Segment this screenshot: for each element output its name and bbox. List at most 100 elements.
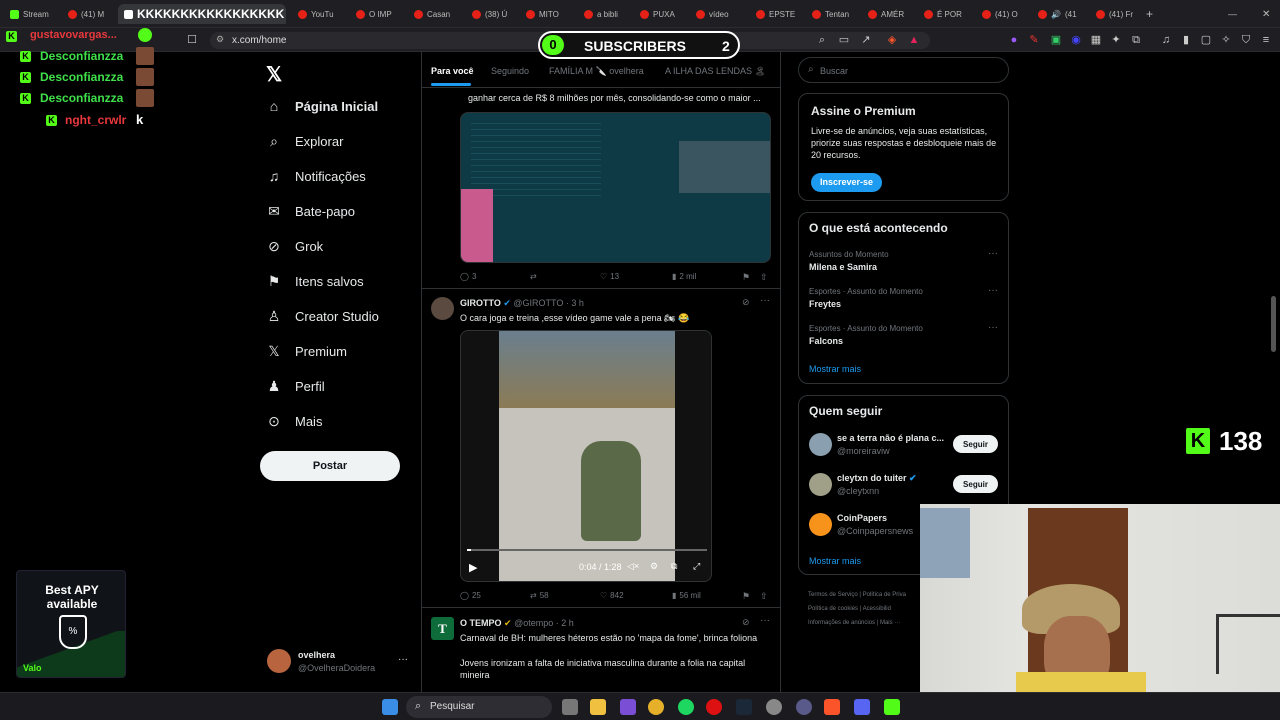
leo-icon[interactable]: ✧ [1220,34,1232,46]
trends-show-more-link[interactable]: Mostrar mais [809,364,861,374]
share-button[interactable]: ⇧ [760,591,768,602]
page-scrollbar[interactable] [1271,296,1276,352]
new-tab-button[interactable]: + [1146,4,1160,24]
footer-link[interactable]: Acessibilid [863,606,891,612]
reply-button[interactable]: ◯ 3 [460,272,476,281]
search-icon[interactable]: ⌕ [816,34,828,46]
browser-tab[interactable]: a bibli [578,4,624,24]
browser-tab[interactable]: (38) Ú [466,4,514,24]
tab-list-familia[interactable]: FAMÍLIA M 🔪 ovelhera [549,66,644,77]
browser-tab[interactable]: (41) Fr [1090,4,1136,24]
brave-shield-icon[interactable]: ◈ [886,34,898,46]
trend-item[interactable]: Esportes · Assunto do Momento Freytes ··… [799,284,1008,318]
tweet[interactable]: ganhar cerca de R$ 8 milhões por mês, co… [422,88,780,288]
ad-widget[interactable]: Best APY available % Valo [16,570,126,678]
vpn-icon[interactable]: ⛉ [1240,34,1252,46]
app-icon[interactable] [796,699,812,715]
tweet-media[interactable] [460,112,771,263]
bookmark-button[interactable]: ⚑ [742,272,750,283]
sidebar-toggle-icon[interactable]: ▮ [1180,34,1192,46]
follow-button[interactable]: Seguir [953,475,998,493]
browser-tab[interactable]: PUXA [634,4,680,24]
media-icon[interactable]: ♫ [1160,34,1172,46]
sidebar-item-chat[interactable]: ✉ Bate-papo [266,200,355,222]
fullscreen-icon[interactable]: ⤢ [693,561,700,572]
browser-tab[interactable]: MITO [520,4,566,24]
author-handle[interactable]: @otempo [514,618,553,628]
reply-button[interactable]: ◯ 25 [460,591,481,600]
close-window-button[interactable]: ✕ [1262,4,1274,24]
tweet[interactable]: T O TEMPO ✔ @otempo · 2 h ⊘ ··· Carnaval… [422,608,780,692]
cast-icon[interactable]: ▭ [838,34,850,46]
like-button[interactable]: ♡ 842 [600,591,624,600]
follow-suggestion[interactable]: se a terra não é plana c... @moreiraviw … [799,430,1008,460]
screenshot-icon[interactable]: ⧉ [1130,34,1142,46]
pip-icon[interactable]: ⧉ [671,561,677,572]
sidebar-item-bookmarks[interactable]: ⚑ Itens salvos [266,270,364,292]
browser-tab[interactable]: (41) O [976,4,1022,24]
footer-link[interactable]: Política de cookies [808,606,858,612]
mute-icon[interactable]: ◁× [627,561,639,572]
browser-tab[interactable]: AMÉR [862,4,908,24]
taskbar-search[interactable]: ⌕ Pesquisar [406,696,552,718]
sidebar-item-more[interactable]: ⊙ Mais [266,410,322,432]
avatar[interactable]: T [431,617,454,640]
browser-tab[interactable]: Tentan [806,4,852,24]
author-handle[interactable]: @GIROTTO [513,298,563,308]
apps-icon[interactable] [620,699,636,715]
extension-icon[interactable]: ◉ [1070,34,1082,46]
browser-tab[interactable]: (41) M [62,4,114,24]
settings-icon[interactable]: ⚙ [650,561,658,572]
extension-icon[interactable]: ▦ [1090,34,1102,46]
trend-more-icon[interactable]: ··· [988,285,998,296]
browser-tab[interactable]: vídeo [690,4,736,24]
grok-icon[interactable]: ⊘ [742,617,750,628]
sidebar-item-home[interactable]: ⌂ Página Inicial [266,95,378,117]
tweet-more-icon[interactable]: ··· [760,295,770,306]
minimize-button[interactable]: — [1228,4,1240,24]
file-explorer-icon[interactable] [590,699,606,715]
brave-rewards-icon[interactable]: ▲ [908,34,920,46]
sidebar-item-premium[interactable]: 𝕏 Premium [266,340,347,362]
wallet-icon[interactable]: ▢ [1200,34,1212,46]
browser-tab[interactable]: É POR [918,4,964,24]
footer-link[interactable]: Mais ··· [880,620,900,626]
browser-tab[interactable]: EPSTE [750,4,796,24]
retweet-button[interactable]: ⇄ [530,272,540,281]
bookmark-button[interactable]: ⚑ [742,591,750,602]
bookmark-page-icon[interactable]: ☐ [186,34,198,46]
brave-icon[interactable] [824,699,840,715]
app-icon[interactable] [766,699,782,715]
extension-icon[interactable]: ✎ [1028,34,1040,46]
account-switcher[interactable]: ovelhera @OvelheraDoidera ··· [264,646,414,676]
discord-icon[interactable] [854,699,870,715]
tab-list-ilha[interactable]: A ILHA DAS LENDAS 🏝 [665,66,766,77]
extension-icon[interactable]: ● [1008,34,1020,46]
tab-for-you[interactable]: Para você [431,66,474,76]
task-view-icon[interactable] [562,699,578,715]
browser-tab[interactable]: Stream [4,4,60,24]
x-logo-icon[interactable]: 𝕏 [266,62,282,87]
views-button[interactable]: ▮ 56 mil [672,591,701,600]
share-icon[interactable]: ↗ [860,34,872,46]
extensions-puzzle-icon[interactable]: ✦ [1110,34,1122,46]
sidebar-item-creator-studio[interactable]: ♙ Creator Studio [266,305,379,327]
tweet[interactable]: GIROTTO ✔ @GIROTTO · 3 h ⊘ ··· O cara jo… [422,289,780,607]
extension-icon[interactable]: ▣ [1050,34,1062,46]
account-menu-icon[interactable]: ··· [398,654,408,665]
site-info-icon[interactable]: ⚙ [216,34,224,45]
video-player[interactable]: ▶ 0:04 / 1:28 ◁× ⚙ ⧉ ⤢ [460,330,712,582]
author-name[interactable]: GIROTTO [460,298,501,308]
trend-more-icon[interactable]: ··· [988,322,998,333]
sidebar-item-explore[interactable]: ⌕ Explorar [266,130,343,152]
browser-tab[interactable]: YouTu [292,4,340,24]
footer-link[interactable]: Informações de anúncios [808,620,875,626]
footer-link[interactable]: Política de Priva [863,592,906,598]
trend-item[interactable]: Esportes · Assunto do Momento Falcons ··… [799,321,1008,355]
follow-suggestion[interactable]: cleytxn do tuiter ✔ @cleytxnn Seguir [799,470,1008,500]
trend-item[interactable]: Assuntos do Momento Milena e Samira ··· [799,247,1008,281]
browser-tab[interactable]: O IMP [350,4,398,24]
video-progress-track[interactable] [467,549,707,551]
sidebar-item-grok[interactable]: ⊘ Grok [266,235,323,257]
trend-more-icon[interactable]: ··· [988,248,998,259]
